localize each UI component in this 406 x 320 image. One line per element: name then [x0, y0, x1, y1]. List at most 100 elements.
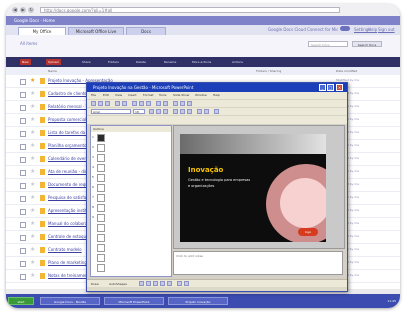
star-icon[interactable]: ★ — [30, 103, 35, 110]
align-center-icon[interactable] — [180, 109, 185, 114]
print-icon[interactable] — [115, 101, 120, 106]
tab-office-live[interactable]: Microsoft Office Live — [68, 27, 124, 35]
file-name[interactable]: Contrato modelo — [48, 247, 82, 252]
slide-subtitle[interactable]: Gestão e tecnologia para empresas — [188, 178, 250, 182]
row-checkbox[interactable] — [20, 196, 26, 202]
search-input[interactable]: Search Docs — [308, 41, 348, 47]
slide-thumbnail[interactable] — [97, 204, 105, 212]
minimize-icon[interactable]: _ — [319, 84, 326, 91]
star-icon[interactable]: ★ — [30, 207, 35, 214]
star-icon[interactable]: ★ — [30, 155, 35, 162]
bold-icon[interactable] — [149, 109, 154, 114]
table-icon[interactable] — [180, 101, 185, 106]
slide-thumbnail[interactable] — [97, 244, 105, 252]
oval-icon[interactable] — [160, 281, 165, 286]
forward-icon[interactable]: ▶ — [20, 7, 26, 13]
row-checkbox[interactable] — [20, 222, 26, 228]
slide-thumbnail[interactable] — [97, 174, 105, 182]
slide-editor[interactable]: Inovação Gestão e tecnologia para empres… — [173, 125, 345, 249]
copy-icon[interactable] — [139, 101, 144, 106]
start-button[interactable]: start — [8, 297, 34, 305]
outline-tab[interactable]: Outline — [91, 126, 171, 132]
underline-icon[interactable] — [163, 109, 168, 114]
menu-edit[interactable]: Edit — [103, 93, 109, 97]
menu-window[interactable]: Window — [195, 93, 207, 97]
star-icon[interactable]: ★ — [30, 77, 35, 84]
slide-title[interactable]: Inovação — [188, 166, 223, 174]
row-checkbox[interactable] — [20, 274, 26, 280]
rectangle-icon[interactable] — [153, 281, 158, 286]
file-name[interactable]: Plano de marketing — [48, 260, 87, 265]
textbox-icon[interactable] — [167, 281, 172, 286]
more-actions-button[interactable]: More actions — [190, 59, 213, 65]
help-link[interactable]: Help — [368, 27, 377, 33]
arrow-icon[interactable] — [146, 281, 151, 286]
autoshapes-menu[interactable]: AutoShapes — [109, 282, 127, 286]
slide-thumbnail[interactable] — [97, 234, 105, 242]
slide-subtitle-2[interactable]: e organizações — [188, 184, 214, 188]
row-checkbox[interactable] — [20, 183, 26, 189]
taskbar-item-document[interactable]: Projeto Inovação — [168, 297, 228, 305]
col-name[interactable]: Name — [48, 69, 57, 73]
fill-color-icon[interactable] — [177, 281, 182, 286]
slide-thumbnail[interactable] — [97, 134, 105, 142]
sign-out-link[interactable]: Sign out — [378, 27, 395, 33]
slide-thumbnail[interactable] — [97, 194, 105, 202]
row-checkbox[interactable] — [20, 248, 26, 254]
new-button[interactable]: New — [20, 59, 31, 65]
font-color-icon[interactable] — [214, 109, 219, 114]
menu-insert[interactable]: Insert — [128, 93, 137, 97]
folders-button[interactable]: Folders — [106, 59, 121, 65]
bullets-icon[interactable] — [197, 109, 202, 114]
slide-canvas[interactable]: Inovação Gestão e tecnologia para empres… — [180, 134, 326, 242]
upload-button[interactable]: Upload — [46, 59, 61, 65]
tab-my-office[interactable]: My Office — [18, 27, 66, 35]
open-icon[interactable] — [98, 101, 103, 106]
breadcrumb[interactable]: All items — [20, 41, 37, 46]
star-icon[interactable]: ★ — [30, 246, 35, 253]
menu-format[interactable]: Format — [143, 93, 154, 97]
slide-thumbnail[interactable] — [97, 144, 105, 152]
menu-slide-show[interactable]: Slide Show — [173, 93, 189, 97]
row-checkbox[interactable] — [20, 79, 26, 85]
row-checkbox[interactable] — [20, 261, 26, 267]
rename-button[interactable]: Rename — [162, 59, 178, 65]
star-icon[interactable]: ★ — [30, 194, 35, 201]
search-button[interactable]: Search Docs — [352, 41, 382, 47]
notes-pane[interactable]: Click to add notes — [173, 251, 343, 275]
slide-thumbnail[interactable] — [97, 154, 105, 162]
reload-icon[interactable]: ↻ — [28, 7, 34, 13]
chart-icon[interactable] — [173, 101, 178, 106]
toggle-switch[interactable] — [340, 26, 350, 31]
star-icon[interactable]: ★ — [30, 259, 35, 266]
col-folders[interactable]: Folders / Sharing — [256, 69, 281, 73]
star-icon[interactable]: ★ — [30, 116, 35, 123]
save-icon[interactable] — [105, 101, 110, 106]
row-checkbox[interactable] — [20, 92, 26, 98]
file-name[interactable]: Controle de estoque — [48, 234, 89, 239]
paste-icon[interactable] — [146, 101, 151, 106]
zoom-icon[interactable] — [187, 101, 192, 106]
slide-thumbnail[interactable] — [97, 164, 105, 172]
delete-button[interactable]: Delete — [134, 59, 148, 65]
star-icon[interactable]: ★ — [30, 233, 35, 240]
actions-button[interactable]: Actions — [230, 59, 245, 65]
star-icon[interactable]: ★ — [30, 142, 35, 149]
row-checkbox[interactable] — [20, 209, 26, 215]
back-icon[interactable]: ◀ — [12, 7, 18, 13]
star-icon[interactable]: ★ — [30, 181, 35, 188]
menu-view[interactable]: View — [115, 93, 122, 97]
share-button[interactable]: Share — [80, 59, 93, 65]
row-checkbox[interactable] — [20, 118, 26, 124]
cut-icon[interactable] — [132, 101, 137, 106]
numbering-icon[interactable] — [204, 109, 209, 114]
slide-thumbnail[interactable] — [97, 254, 105, 262]
star-icon[interactable]: ★ — [30, 90, 35, 97]
col-modified[interactable]: Date modified — [336, 69, 357, 73]
row-checkbox[interactable] — [20, 157, 26, 163]
star-icon[interactable]: ★ — [30, 129, 35, 136]
align-right-icon[interactable] — [187, 109, 192, 114]
new-icon[interactable] — [91, 101, 96, 106]
slide-thumbnail[interactable] — [97, 214, 105, 222]
draw-menu[interactable]: Draw — [91, 282, 99, 286]
